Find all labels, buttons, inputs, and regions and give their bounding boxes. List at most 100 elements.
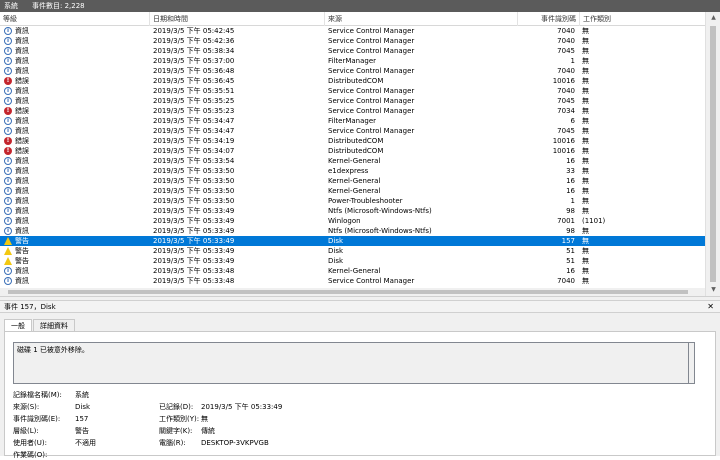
error-icon: ! [4,77,12,85]
column-header-source[interactable]: 來源 [324,12,517,26]
hscroll-thumb[interactable] [8,290,688,294]
table-row[interactable]: i 資訊 2019/3/5 下午 05:33:54 Kernel-General 16 無 [0,156,705,166]
level-cell: i 資訊 [4,196,144,206]
level-text: 資訊 [15,27,29,35]
table-row[interactable]: 警告 2019/3/5 下午 05:33:49 Disk 51 無 [0,256,705,266]
title-bar: 系統 事件數目: 2,228 [0,0,720,12]
event-list[interactable]: 等級 日期和時間 來源 事件識別碼 工作類別 i 資訊 2019/3/5 下午 05… [0,12,720,296]
event-id-label: 事件識別碼(E): [13,415,61,423]
level-text: 資訊 [15,37,29,45]
datetime-cell: 2019/3/5 下午 05:33:49 [153,207,235,215]
table-row[interactable]: i 資訊 2019/3/5 下午 05:37:00 FilterManager 1 無 [0,56,705,66]
table-row[interactable]: i 資訊 2019/3/5 下午 05:33:50 Power-Troubleshoo… [0,196,705,206]
category-cell: 無 [582,207,589,215]
scroll-down-icon[interactable]: ▼ [706,284,720,296]
table-row[interactable]: i 資訊 2019/3/5 下午 05:33:49 Ntfs (Microsoft-W… [0,206,705,216]
level-text: 資訊 [15,207,29,215]
tab-details[interactable]: 詳細資料 [33,319,75,331]
event-id-cell: 98 [566,227,575,235]
table-row[interactable]: i 資訊 2019/3/5 下午 05:33:50 e1dexpress 33 無 [0,166,705,176]
category-cell: 無 [582,127,589,135]
close-icon[interactable]: ✕ [707,301,714,313]
column-header-datetime[interactable]: 日期和時間 [149,12,324,26]
table-row[interactable]: i 資訊 2019/3/5 下午 05:33:49 Winlogon 7001 (1101… [0,216,705,226]
level-text: 錯誤 [15,107,29,115]
horizontal-scrollbar[interactable] [0,288,705,296]
table-row[interactable]: i 資訊 2019/3/5 下午 05:38:34 Service Control M… [0,46,705,56]
level-text: 警告 [15,247,29,255]
source-cell: Kernel-General [328,187,381,195]
category-cell: 無 [582,57,589,65]
table-row[interactable]: i 資訊 2019/3/5 下午 05:33:49 Ntfs (Microsoft-W… [0,226,705,236]
source-cell: DistributedCOM [328,147,384,155]
level-cell: i 資訊 [4,116,144,126]
level-cell: 警告 [4,246,144,256]
table-row[interactable]: i 資訊 2019/3/5 下午 05:33:48 Kernel-General 16 無 [0,266,705,276]
datetime-cell: 2019/3/5 下午 05:33:49 [153,237,235,245]
table-row[interactable]: i 資訊 2019/3/5 下午 05:36:48 Service Control M… [0,66,705,76]
level-cell: i 資訊 [4,46,144,56]
event-message[interactable]: 磁碟 1 已被意外移除。 [13,342,689,384]
info-icon: i [4,227,12,235]
level-text: 警告 [15,237,29,245]
source-cell: Service Control Manager [328,97,415,105]
table-row[interactable]: i 資訊 2019/3/5 下午 05:33:50 Kernel-General 16 無 [0,176,705,186]
table-row[interactable]: ! 錯誤 2019/3/5 下午 05:36:45 DistributedCOM 100… [0,76,705,86]
datetime-cell: 2019/3/5 下午 05:33:48 [153,267,235,275]
level-cell: ! 錯誤 [4,106,144,116]
level-cell: i 資訊 [4,56,144,66]
scroll-thumb[interactable] [710,26,716,282]
category-cell: 無 [582,187,589,195]
table-row[interactable]: i 資訊 2019/3/5 下午 05:42:45 Service Control M… [0,26,705,36]
level-text: 錯誤 [15,137,29,145]
vertical-scrollbar[interactable]: ▲ ▼ [705,12,720,296]
table-row[interactable]: ! 錯誤 2019/3/5 下午 05:34:07 DistributedCOM 100… [0,146,705,156]
column-header-event-id[interactable]: 事件識別碼 [517,12,579,26]
task-value: 無 [201,415,208,423]
column-header-level[interactable]: 等級 [0,12,149,26]
source-cell: Kernel-General [328,157,381,165]
column-header-category[interactable]: 工作類別 [579,12,705,26]
event-id-cell: 51 [566,247,575,255]
table-row[interactable]: ! 錯誤 2019/3/5 下午 05:34:19 DistributedCOM 100… [0,136,705,146]
event-id-cell: 157 [561,237,575,245]
info-icon: i [4,197,12,205]
scroll-up-icon[interactable]: ▲ [706,12,720,24]
table-row[interactable]: i 資訊 2019/3/5 下午 05:33:50 Kernel-General 16 無 [0,186,705,196]
category-cell: 無 [582,107,589,115]
event-count: 事件數目: 2,228 [32,2,85,10]
table-row[interactable]: 警告 2019/3/5 下午 05:33:49 Disk 157 無 [0,236,705,246]
table-row[interactable]: i 資訊 2019/3/5 下午 05:42:36 Service Control M… [0,36,705,46]
level-cell: i 資訊 [4,156,144,166]
event-id-cell: 33 [566,167,575,175]
keywords-value: 傳統 [201,427,215,435]
table-row[interactable]: i 資訊 2019/3/5 下午 05:35:51 Service Control M… [0,86,705,96]
warning-icon [4,237,12,245]
table-row[interactable]: 警告 2019/3/5 下午 05:33:49 Disk 51 無 [0,246,705,256]
source-cell: Ntfs (Microsoft-Windows-Ntfs) [328,227,432,235]
source-cell: Kernel-General [328,267,381,275]
level-label: 層級(L): [13,427,39,435]
table-row[interactable]: i 資訊 2019/3/5 下午 05:35:25 Service Control M… [0,96,705,106]
datetime-cell: 2019/3/5 下午 05:38:34 [153,47,235,55]
event-id-cell: 7040 [557,27,575,35]
info-icon: i [4,127,12,135]
level-text: 錯誤 [15,77,29,85]
table-row[interactable]: i 資訊 2019/3/5 下午 05:34:47 Service Control M… [0,126,705,136]
message-scrollbar[interactable] [689,342,695,384]
table-row[interactable]: i 資訊 2019/3/5 下午 05:33:48 Service Control M… [0,276,705,286]
info-icon: i [4,267,12,275]
detail-tabs: 一般 詳細資料 [4,319,76,332]
level-cell: ! 錯誤 [4,136,144,146]
info-icon: i [4,117,12,125]
source-cell: Service Control Manager [328,37,415,45]
event-id-cell: 7040 [557,87,575,95]
info-icon: i [4,47,12,55]
level-text: 資訊 [15,177,29,185]
category-cell: 無 [582,277,589,285]
source-label: 來源(S): [13,403,40,411]
table-row[interactable]: i 資訊 2019/3/5 下午 05:34:47 FilterManager 6 無 [0,116,705,126]
general-panel: 磁碟 1 已被意外移除。 記錄檔名稱(M): 系統 來源(S): Disk 已記… [4,331,716,459]
table-row[interactable]: ! 錯誤 2019/3/5 下午 05:35:23 Service Control M… [0,106,705,116]
info-icon: i [4,187,12,195]
